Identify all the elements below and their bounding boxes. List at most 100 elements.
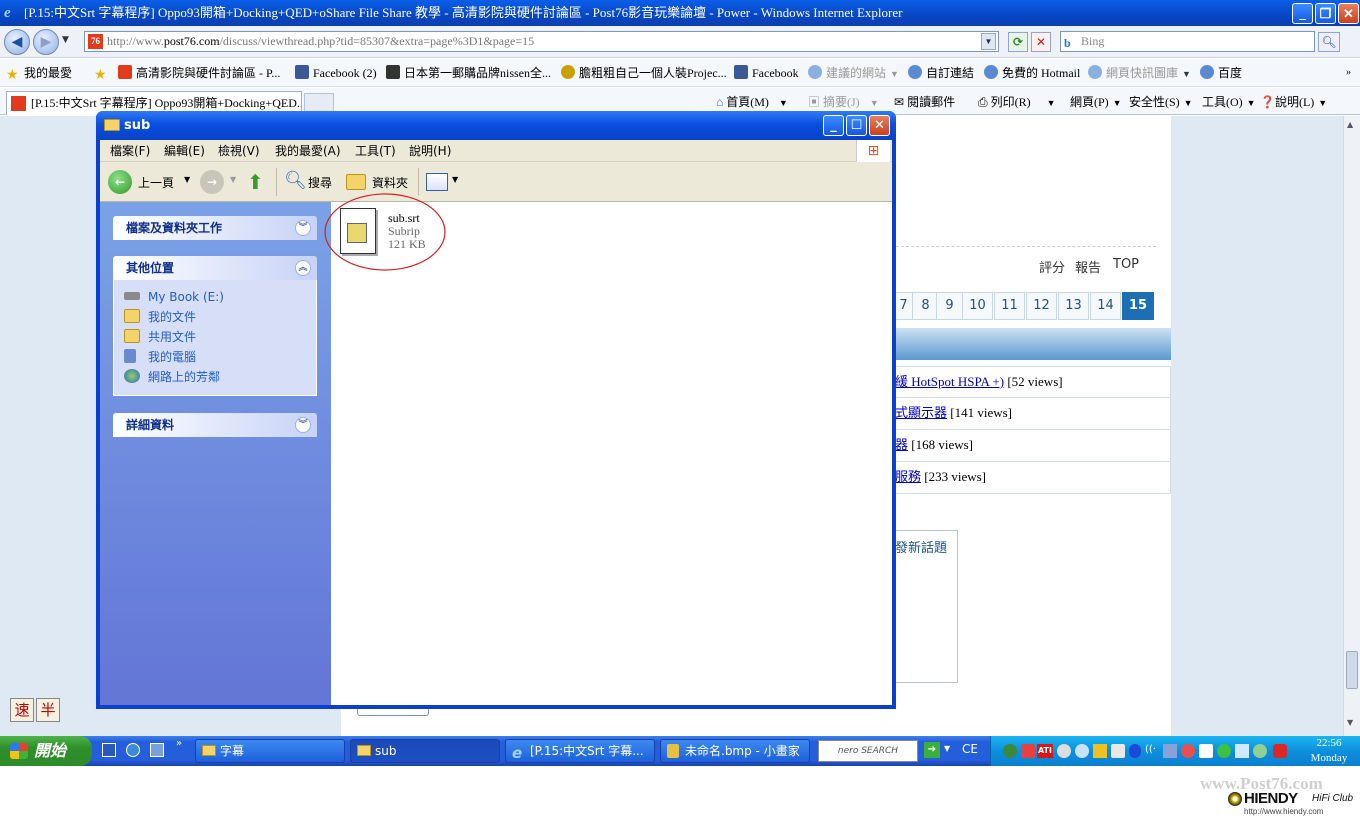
tray-antivirus-icon[interactable] bbox=[1021, 744, 1035, 758]
tray-security-icon[interactable] bbox=[1181, 744, 1195, 758]
favorite-link-3[interactable]: 膽粗粗自己一個人裝Projec... bbox=[561, 65, 727, 81]
tray-bluetooth-icon[interactable] bbox=[1129, 744, 1141, 758]
favorite-link-6[interactable]: 自訂連結 bbox=[908, 65, 974, 81]
file-item-sub-srt[interactable]: sub.srt Subrip 121 KB bbox=[340, 208, 450, 266]
search-input[interactable]: b Bing bbox=[1060, 31, 1315, 52]
clock-time[interactable]: 22:56 bbox=[1301, 737, 1357, 750]
forward-dropdown-icon[interactable]: ▼ bbox=[230, 175, 236, 184]
menu-view[interactable]: 檢視(V) bbox=[218, 140, 260, 162]
history-dropdown-icon[interactable]: ▼ bbox=[62, 35, 69, 45]
quicklaunch-ie-icon[interactable] bbox=[126, 743, 140, 757]
expand-chevron-icon[interactable]: ︾ bbox=[295, 417, 311, 433]
up-folder-icon[interactable]: ⬆ bbox=[247, 168, 269, 196]
page-link-9[interactable]: 9 bbox=[936, 292, 963, 320]
scroll-up-icon[interactable]: ▲ bbox=[1347, 120, 1353, 129]
page-link-8[interactable]: 8 bbox=[912, 292, 939, 320]
explorer-maximize-button[interactable]: ☐ bbox=[846, 115, 867, 136]
page-link-13[interactable]: 13 bbox=[1058, 292, 1089, 320]
new-topic-link[interactable]: 發新話題 bbox=[895, 537, 947, 556]
help-menu-button[interactable]: ❓說明(L) ▼ bbox=[1260, 93, 1327, 111]
search-go-icon[interactable]: 🔍︎ bbox=[1318, 32, 1340, 52]
rate-link[interactable]: 評分 bbox=[1039, 257, 1065, 276]
expand-chevron-icon[interactable]: ︾ bbox=[295, 220, 311, 236]
forward-arrow-icon[interactable]: ▶ bbox=[33, 29, 59, 55]
menu-help[interactable]: 說明(H) bbox=[409, 140, 451, 162]
place-my-computer[interactable]: 我的電腦 bbox=[124, 348, 196, 366]
taskbar-button-paint[interactable]: 未命名.bmp - 小畫家 bbox=[660, 739, 810, 763]
place-my-documents[interactable]: 我的文件 bbox=[124, 308, 196, 326]
tray-app-icon[interactable] bbox=[1003, 744, 1017, 758]
page-link-12[interactable]: 12 bbox=[1026, 292, 1057, 320]
back-arrow-icon[interactable]: ◀ bbox=[4, 29, 30, 55]
nero-dropdown-icon[interactable]: ▼ bbox=[944, 744, 950, 753]
thread-link[interactable]: 緩 HotSpot HSPA +) bbox=[895, 374, 1004, 389]
back-icon[interactable]: ← bbox=[108, 170, 132, 194]
favorite-link-2[interactable]: 日本第一郵購品牌nissen全... bbox=[386, 65, 551, 81]
scroll-down-icon[interactable]: ▼ bbox=[1347, 718, 1353, 727]
favorite-link-7[interactable]: 免費的 Hotmail bbox=[984, 65, 1080, 81]
favorite-link-4[interactable]: Facebook bbox=[734, 65, 799, 81]
minimize-button[interactable]: _ bbox=[1292, 3, 1313, 24]
tray-notes-icon[interactable] bbox=[1093, 744, 1107, 758]
tray-search-icon[interactable] bbox=[1075, 744, 1089, 758]
thread-link[interactable]: 服務 bbox=[895, 469, 921, 484]
safety-menu-button[interactable]: 安全性(S) ▼ bbox=[1129, 93, 1193, 111]
explorer-minimize-button[interactable]: _ bbox=[823, 115, 844, 136]
close-button[interactable]: ✕ bbox=[1338, 3, 1359, 24]
page-link-11[interactable]: 11 bbox=[994, 292, 1025, 320]
favorites-center-button[interactable]: ★ 我的最愛 bbox=[6, 65, 72, 83]
quicklaunch-desktop-icon[interactable] bbox=[102, 743, 116, 757]
refresh-icon[interactable]: ⟳ bbox=[1008, 32, 1028, 52]
tray-display-icon[interactable] bbox=[1235, 744, 1249, 758]
file-tasks-header[interactable]: 檔案及資料夾工作 ︾ bbox=[113, 216, 317, 240]
menu-favorites[interactable]: 我的最愛(A) bbox=[275, 140, 341, 162]
menu-edit[interactable]: 編輯(E) bbox=[164, 140, 205, 162]
print-button[interactable]: ⎙ 列印(R) ▼ bbox=[978, 93, 1056, 111]
address-input[interactable]: 76 http://www.post76.com/discuss/viewthr… bbox=[84, 31, 999, 52]
folders-button[interactable]: 資料夾 bbox=[372, 174, 408, 191]
page-link-14[interactable]: 14 bbox=[1090, 292, 1121, 320]
favorite-link-9[interactable]: 百度 bbox=[1200, 65, 1242, 81]
thread-link[interactable]: 器 bbox=[895, 437, 908, 452]
new-tab-button[interactable] bbox=[304, 93, 334, 113]
tray-update-icon[interactable] bbox=[1217, 744, 1231, 758]
menu-tools[interactable]: 工具(T) bbox=[355, 140, 396, 162]
scroll-thumb[interactable] bbox=[1346, 651, 1358, 689]
place-my-book[interactable]: My Book (E:) bbox=[124, 288, 224, 306]
ime-speed-icon[interactable]: 速 bbox=[10, 698, 34, 722]
taskbar-button-ie[interactable]: e [P.15:中文Srt 字幕... bbox=[505, 739, 655, 763]
back-button[interactable]: 上一頁 bbox=[138, 174, 174, 191]
taskbar-button-subtitles-folder[interactable]: 字幕 bbox=[195, 739, 345, 763]
favorite-link-5[interactable]: 建議的網站 ▼ bbox=[808, 65, 899, 81]
page-link-10[interactable]: 10 bbox=[962, 292, 993, 320]
top-link[interactable]: TOP bbox=[1113, 257, 1139, 272]
feeds-button[interactable]: ▣ 摘要(J) ▼ bbox=[808, 93, 879, 111]
other-places-header[interactable]: 其他位置 ︽ bbox=[113, 256, 317, 280]
menu-file[interactable]: 檔案(F) bbox=[110, 140, 150, 162]
nero-go-icon[interactable]: ➔ bbox=[924, 742, 940, 758]
favorite-link-0[interactable]: 高清影院與硬件討論區 - P... bbox=[118, 65, 280, 81]
collapse-chevron-icon[interactable]: ︽ bbox=[295, 260, 311, 276]
tools-menu-button[interactable]: 工具(O) ▼ bbox=[1202, 93, 1256, 111]
ime-halfwidth-icon[interactable]: 半 bbox=[36, 698, 60, 722]
add-favorite-button[interactable]: ★ bbox=[94, 65, 112, 83]
favorite-link-8[interactable]: 網頁快訊圖庫 ▼ bbox=[1088, 65, 1191, 81]
stop-icon[interactable]: ✕ bbox=[1031, 32, 1051, 52]
tray-device-icon[interactable] bbox=[1111, 744, 1125, 758]
search-button[interactable]: 搜尋 bbox=[308, 174, 332, 191]
tray-shield-icon[interactable] bbox=[1273, 744, 1287, 758]
tray-sync-icon[interactable] bbox=[1253, 744, 1267, 758]
tray-network-icon[interactable] bbox=[1163, 744, 1177, 758]
explorer-close-button[interactable]: ✕ bbox=[869, 115, 890, 136]
tray-clock-icon[interactable] bbox=[1057, 744, 1071, 758]
quicklaunch-media-icon[interactable] bbox=[150, 743, 164, 757]
views-icon[interactable] bbox=[426, 173, 448, 191]
tray-ati-icon[interactable]: ATI bbox=[1037, 744, 1053, 758]
start-button[interactable]: 開始 bbox=[0, 736, 92, 766]
tray-wireless-icon[interactable]: ((· bbox=[1145, 744, 1159, 758]
home-button[interactable]: ⌂ 首頁(M) ▼ bbox=[716, 93, 788, 111]
read-mail-button[interactable]: ✉ 閱讀郵件 bbox=[894, 93, 955, 111]
favorites-more-icon[interactable]: » bbox=[1346, 65, 1351, 81]
report-link[interactable]: 報告 bbox=[1075, 257, 1101, 276]
taskbar-button-sub-folder[interactable]: sub bbox=[350, 739, 500, 763]
